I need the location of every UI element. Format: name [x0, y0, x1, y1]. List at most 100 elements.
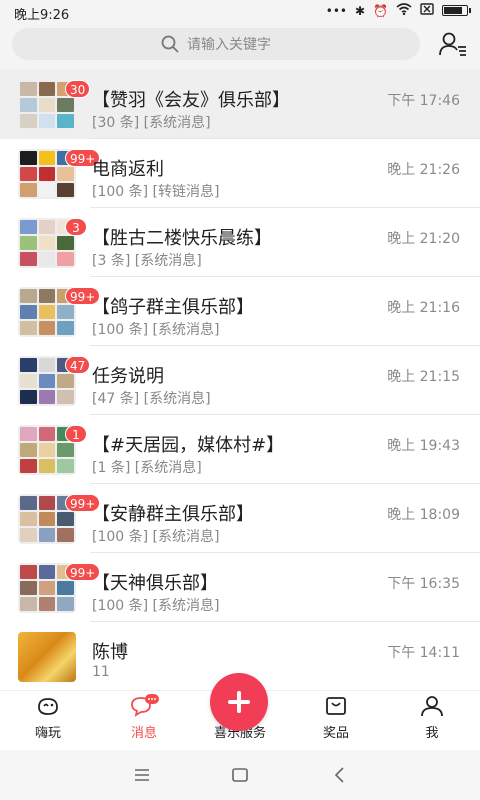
- search-icon: [161, 35, 179, 53]
- back-icon[interactable]: [330, 765, 350, 785]
- header: 请输入关键字: [0, 24, 480, 70]
- battery-icon: [442, 5, 471, 16]
- member-thumbnail: [38, 459, 56, 473]
- conversation-row[interactable]: 99+ 【安静群主俱乐部】 [100 条] [系统消息] 晚上 18:09: [0, 484, 480, 553]
- conversation-preview: [100 条] [转链消息]: [92, 184, 220, 200]
- alarm-icon: ⏰: [373, 3, 388, 18]
- conversation-title: 【安静群主俱乐部】: [92, 504, 254, 525]
- member-thumbnail: [20, 220, 37, 234]
- avatar: [18, 632, 76, 682]
- conversation-time: 晚上 18:09: [387, 507, 460, 523]
- member-thumbnail: [38, 390, 56, 404]
- tab-play[interactable]: 嗨玩: [0, 691, 96, 751]
- contacts-button[interactable]: [438, 30, 468, 60]
- member-thumbnail: [57, 512, 74, 526]
- member-thumbnail: [20, 321, 37, 335]
- member-thumbnail: [38, 220, 56, 234]
- conversation-row[interactable]: 30 【赞羽《会友》俱乐部】 [30 条] [系统消息] 下午 17:46: [0, 70, 480, 139]
- member-thumbnail: [20, 167, 37, 181]
- member-thumbnail: [38, 581, 56, 595]
- member-thumbnail: [38, 289, 56, 303]
- conversation-title: 【鸽子群主俱乐部】: [92, 297, 254, 318]
- status-time: 晚上9:26: [14, 8, 70, 23]
- member-thumbnail: [38, 374, 56, 388]
- tab-me[interactable]: 我: [384, 691, 480, 751]
- member-thumbnail: [38, 321, 56, 335]
- conversation-row[interactable]: 99+ 电商返利 [100 条] [转链消息] 晚上 21:26: [0, 139, 480, 208]
- member-thumbnail: [38, 167, 56, 181]
- member-thumbnail: [38, 183, 56, 197]
- conversation-title: 【天神俱乐部】: [92, 573, 218, 594]
- tab-prizes[interactable]: 奖品: [288, 691, 384, 751]
- member-thumbnail: [20, 597, 37, 611]
- conversation-title: 陈博: [92, 642, 128, 663]
- member-thumbnail: [20, 581, 37, 595]
- status-bar: 晚上9:26 ••• ✱ ⏰: [0, 0, 480, 24]
- conversation-title: 【赞羽《会友》俱乐部】: [92, 90, 290, 111]
- no-sim-icon: [420, 3, 434, 18]
- tab-messages[interactable]: 消息: [96, 691, 192, 751]
- member-thumbnail: [38, 305, 56, 319]
- tab-label: 我: [425, 726, 439, 741]
- unread-badge: 30: [65, 80, 91, 98]
- member-thumbnail: [57, 236, 74, 250]
- conversation-preview: [100 条] [系统消息]: [92, 598, 220, 614]
- member-thumbnail: [20, 496, 37, 510]
- conversation-time: 晚上 21:15: [387, 369, 460, 385]
- member-thumbnail: [57, 183, 74, 197]
- conversation-title: 电商返利: [92, 159, 164, 180]
- member-thumbnail: [20, 512, 37, 526]
- member-thumbnail: [20, 236, 37, 250]
- member-thumbnail: [20, 565, 37, 579]
- system-nav-bar: [0, 750, 480, 800]
- member-thumbnail: [38, 114, 56, 128]
- tab-label: 奖品: [322, 726, 349, 741]
- member-thumbnail: [38, 252, 56, 266]
- member-thumbnail: [38, 236, 56, 250]
- member-thumbnail: [57, 167, 74, 181]
- add-service-button[interactable]: [210, 673, 268, 731]
- gift-box-icon: [326, 697, 346, 715]
- conversation-preview: [30 条] [系统消息]: [92, 115, 211, 131]
- conversation-time: 晚上 21:26: [387, 162, 460, 178]
- home-icon[interactable]: [230, 765, 250, 785]
- conversation-title: 【胜古二楼快乐晨练】: [92, 228, 272, 249]
- search-input[interactable]: 请输入关键字: [12, 28, 420, 60]
- conversation-time: 下午 16:35: [387, 576, 460, 592]
- search-placeholder: 请输入关键字: [187, 37, 271, 53]
- member-thumbnail: [38, 565, 56, 579]
- conversation-time: 下午 14:11: [387, 645, 460, 661]
- conversation-row[interactable]: 47 任务说明 [47 条] [系统消息] 晚上 21:15: [0, 346, 480, 415]
- member-thumbnail: [20, 305, 37, 319]
- member-thumbnail: [20, 183, 37, 197]
- conversation-row[interactable]: 1 【#天居园，媒体村#】 [1 条] [系统消息] 晚上 19:43: [0, 415, 480, 484]
- chat-bubble-icon: [131, 694, 159, 717]
- unread-badge: 1: [65, 425, 87, 443]
- dots-icon: •••: [325, 3, 347, 18]
- conversation-preview: [3 条] [系统消息]: [92, 253, 202, 269]
- conversation-row[interactable]: 3 【胜古二楼快乐晨练】 [3 条] [系统消息] 晚上 21:20: [0, 208, 480, 277]
- member-thumbnail: [38, 496, 56, 510]
- member-thumbnail: [20, 252, 37, 266]
- member-thumbnail: [57, 374, 74, 388]
- member-thumbnail: [57, 459, 74, 473]
- member-thumbnail: [38, 512, 56, 526]
- menu-icon[interactable]: [132, 765, 152, 785]
- conversation-row[interactable]: 99+ 【天神俱乐部】 [100 条] [系统消息] 下午 16:35: [0, 553, 480, 622]
- conversation-time: 晚上 21:20: [387, 231, 460, 247]
- tab-label: 嗨玩: [34, 726, 61, 741]
- member-thumbnail: [57, 390, 74, 404]
- member-thumbnail: [57, 321, 74, 335]
- member-thumbnail: [20, 82, 37, 96]
- member-thumbnail: [38, 98, 56, 112]
- member-thumbnail: [20, 151, 37, 165]
- member-thumbnail: [57, 581, 74, 595]
- conversation-list[interactable]: 30 【赞羽《会友》俱乐部】 [30 条] [系统消息] 下午 17:46 99+ 电商返…: [0, 70, 480, 690]
- conversation-time: 晚上 21:16: [387, 300, 460, 316]
- conversation-preview: [100 条] [系统消息]: [92, 529, 220, 545]
- member-thumbnail: [57, 305, 74, 319]
- conversation-row[interactable]: 99+ 【鸽子群主俱乐部】 [100 条] [系统消息] 晚上 21:16: [0, 277, 480, 346]
- contacts-icon: [439, 32, 466, 56]
- member-thumbnail: [20, 390, 37, 404]
- conversation-time: 晚上 19:43: [387, 438, 460, 454]
